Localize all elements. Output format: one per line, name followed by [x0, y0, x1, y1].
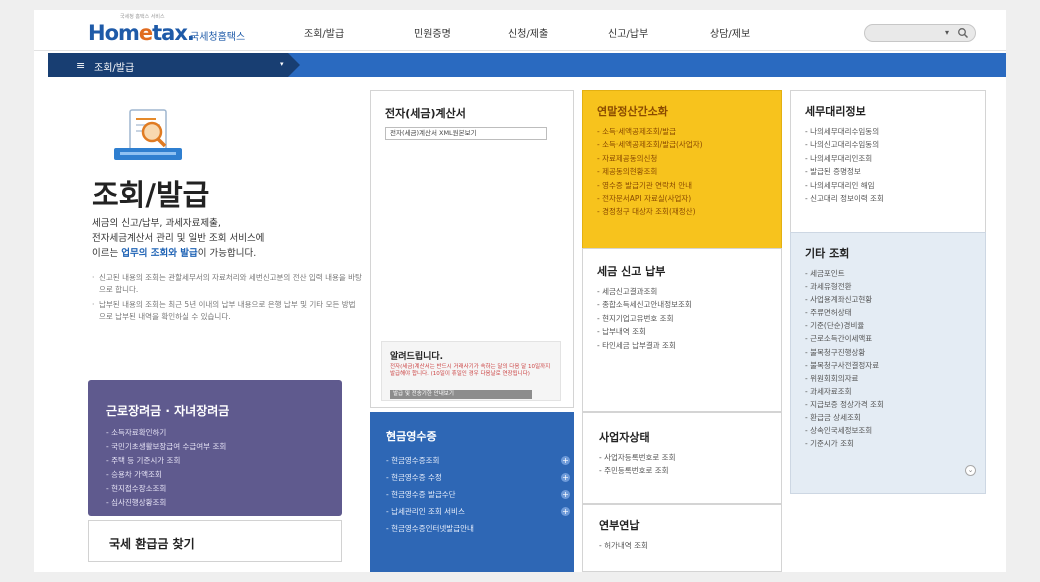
list-item[interactable]: 위원회회의자료 [805, 372, 884, 385]
notice-button[interactable]: 발급 및 전송기한 안내보기 [390, 390, 532, 399]
tax-filing-panel: 세금 신고 납부 세금신고결과조회 종합소득세신고안내정보조회 현지기업고유번호… [582, 248, 782, 412]
list-item[interactable]: 발급된 증명정보 [805, 165, 884, 178]
list-item[interactable]: 현금영수증 수정+ [386, 469, 570, 486]
refund-finder-label: 국세 환급금 찾기 [109, 537, 195, 551]
list-item[interactable]: 소득·세액공제조회/발급 [597, 125, 703, 138]
search-icon[interactable] [957, 27, 969, 39]
list-item[interactable]: 나의세무대리인조회 [805, 152, 884, 165]
top-navigation: 국세청 홈택스 서비스 Hometax. 국세청홈택스 조회/발급 민원증명 신… [34, 10, 1006, 51]
list-item[interactable]: 전자문서API 자료실(사업자) [597, 192, 703, 205]
list-item[interactable]: 과세자료조회 [805, 385, 884, 398]
list-item[interactable]: 신고대리 정보이력 조회 [805, 192, 884, 205]
page-notes: 신고된 내용의 조회는 관할세무서의 자료처리와 세번신고분의 전산 입력 내용… [92, 272, 362, 323]
list-item[interactable]: 세금포인트 [805, 267, 884, 280]
list-item[interactable]: 현지접수장소조회 [106, 482, 226, 496]
installment-panel: 연부연납 허가내역 조회 [582, 504, 782, 572]
page-description: 세금의 신고/납부, 과세자료제출, 전자세금계산서 관리 및 일반 조회 서비… [92, 218, 265, 259]
list-item[interactable]: 납세관리인 조회 서비스+ [386, 503, 570, 520]
section-bar: ≡ 조회/발급 ▾ [48, 53, 1006, 77]
list-item[interactable]: 기준(단순)경비율 [805, 319, 884, 332]
list-item[interactable]: 현금영수증 발급수단+ [386, 486, 570, 503]
list-item[interactable]: 제공동의현황조회 [597, 165, 703, 178]
list-item[interactable]: 세금신고결과조회 [597, 285, 692, 298]
list-item[interactable]: 납부내역 조회 [597, 325, 692, 338]
document-search-icon [114, 109, 182, 160]
nav-item-application[interactable]: 신청/제출 [508, 25, 548, 40]
business-status-panel: 사업자상태 사업자등록번호로 조회 주민등록번호로 조회 [582, 412, 782, 504]
business-status-title[interactable]: 사업자상태 [599, 429, 650, 445]
hamburger-icon[interactable]: ≡ [76, 59, 85, 72]
list-item[interactable]: 과세유형전환 [805, 280, 884, 293]
list-item[interactable]: 상속인국세정보조회 [805, 424, 884, 437]
notice-title: 알려드립니다. [390, 352, 444, 362]
year-end-settlement-panel: 연말정산간소화 소득·세액공제조회/발급 소득·세액공제조회/발급(사업자) 자… [582, 90, 782, 254]
tax-agent-panel: 세무대리정보 나의세무대리수임동의 나의신고대리수임동의 나의세무대리인조회 발… [790, 90, 986, 242]
nav-item-consult[interactable]: 상담/제보 [710, 25, 750, 40]
nav-item-inquiry[interactable]: 조회/발급 [304, 25, 344, 40]
list-item[interactable]: 현금영수증조회+ [386, 452, 570, 469]
list-item[interactable]: 현금영수증인터넷발급안내 [386, 520, 570, 537]
list-item[interactable]: 주택 등 기준시가 조회 [106, 454, 226, 468]
expand-more-icon[interactable]: ⌄ [965, 465, 976, 476]
list-item[interactable]: 나의세무대리인 해임 [805, 179, 884, 192]
search-dropdown-icon[interactable]: ▾ [945, 28, 949, 37]
list-item[interactable]: 사업용계좌신고현황 [805, 293, 884, 306]
list-item[interactable]: 영수증 발급기관 연락처 안내 [597, 179, 703, 192]
tax-filing-title[interactable]: 세금 신고 납부 [597, 263, 665, 279]
plus-icon[interactable]: + [561, 456, 570, 465]
notice-box: 알려드립니다. 전자(세금)계산서는 반드시 거래사기가 속하는 달의 다음 달… [381, 341, 561, 401]
nav-item-filing[interactable]: 신고/납부 [608, 25, 648, 40]
list-item[interactable]: 불복청구사전결정자료 [805, 359, 884, 372]
year-end-title[interactable]: 연말정산간소화 [597, 103, 668, 119]
plus-icon[interactable]: + [561, 473, 570, 482]
list-item[interactable]: 소득자료확인하기 [106, 426, 226, 440]
other-inquiry-panel: 기타 조회 세금포인트 과세유형전환 사업용계좌신고현황 주류면허상태 기준(단… [790, 232, 986, 494]
list-item[interactable]: 자료제공동의신청 [597, 152, 703, 165]
page-title: 조회/발급 [92, 178, 210, 212]
list-item[interactable]: 근로소득간이세액표 [805, 332, 884, 345]
list-item[interactable]: 기준시가 조회 [805, 437, 884, 450]
logo-wordmark: Hometax. [88, 21, 195, 45]
page: 국세청 홈택스 서비스 Hometax. 국세청홈택스 조회/발급 민원증명 신… [34, 10, 1006, 572]
earned-credit-panel: 근로장려금 · 자녀장려금 소득자료확인하기 국민기초생활보장급여 수급여부 조… [88, 380, 342, 516]
plus-icon[interactable]: + [561, 490, 570, 499]
list-item[interactable]: 불복청구진행상황 [805, 346, 884, 359]
list-item[interactable]: 허가내역 조회 [599, 539, 648, 552]
list-item[interactable]: 타인세금 납부결과 조회 [597, 339, 692, 352]
list-item[interactable]: 승용차 가액조회 [106, 468, 226, 482]
list-item[interactable]: 나의신고대리수임동의 [805, 138, 884, 151]
list-item[interactable]: 주류면허상태 [805, 306, 884, 319]
list-item[interactable]: 지급보증 정상가격 조회 [805, 398, 884, 411]
cash-receipt-panel: 현금영수증 현금영수증조회+ 현금영수증 수정+ 현금영수증 발급수단+ 납세관… [370, 412, 574, 572]
installment-title[interactable]: 연부연납 [599, 517, 639, 533]
list-item[interactable]: 심사진행상황조회 [106, 496, 226, 510]
list-item[interactable]: 사업자등록번호로 조회 [599, 451, 675, 464]
list-item[interactable]: 국민기초생활보장급여 수급여부 조회 [106, 440, 226, 454]
list-item[interactable]: 환급금 상세조회 [805, 411, 884, 424]
notice-body: 전자(세금)계산서는 반드시 거래사기가 속하는 달의 다음 달 10일까지 발… [390, 364, 551, 377]
other-inquiry-title[interactable]: 기타 조회 [805, 245, 849, 261]
cash-receipt-title[interactable]: 현금영수증 [386, 428, 437, 444]
tax-agent-title[interactable]: 세무대리정보 [805, 103, 866, 119]
einvoice-panel: 전자(세금)계산서 전자(세금)계산서 XML원본보기 알려드립니다. 전자(세… [370, 90, 574, 408]
list-item[interactable]: 소득·세액공제조회/발급(사업자) [597, 138, 702, 151]
list-item[interactable]: 주민등록번호로 조회 [599, 464, 675, 477]
section-menu-label[interactable]: 조회/발급 [94, 59, 134, 74]
einvoice-title[interactable]: 전자(세금)계산서 [385, 105, 466, 121]
plus-icon[interactable]: + [561, 507, 570, 516]
logo-tagline: 국세청홈택스 [190, 32, 246, 43]
earned-credit-title[interactable]: 근로장려금 · 자녀장려금 [106, 402, 229, 419]
section-menu-button[interactable] [48, 53, 300, 77]
list-item[interactable]: 나의세무대리수임동의 [805, 125, 884, 138]
einvoice-xml-button[interactable]: 전자(세금)계산서 XML원본보기 [385, 127, 547, 140]
list-item[interactable]: 경정청구 대상자 조회(재정산) [597, 205, 703, 218]
chevron-down-icon[interactable]: ▾ [280, 60, 284, 68]
list-item[interactable]: 종합소득세신고안내정보조회 [597, 298, 692, 311]
list-item[interactable]: 현지기업고유번호 조회 [597, 312, 692, 325]
logo-small-text: 국세청 홈택스 서비스 [120, 14, 165, 20]
search-input[interactable]: ▾ [864, 24, 976, 42]
nav-item-certificate[interactable]: 민원증명 [414, 25, 451, 40]
refund-finder-button[interactable]: 국세 환급금 찾기 [88, 520, 342, 562]
